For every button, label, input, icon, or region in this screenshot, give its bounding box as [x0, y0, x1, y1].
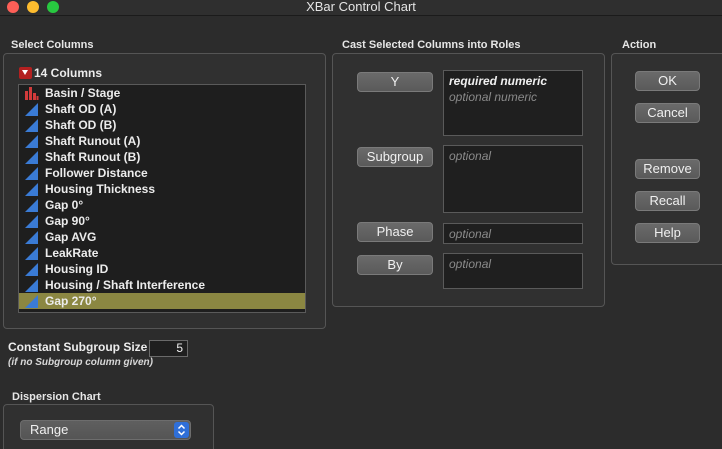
column-name: Shaft OD (B) [45, 118, 117, 132]
continuous-icon [24, 278, 39, 292]
column-list-item[interactable]: Gap 0° [19, 197, 305, 213]
continuous-icon [24, 134, 39, 148]
minimize-window-button[interactable] [27, 1, 39, 13]
column-list-item[interactable]: Follower Distance [19, 165, 305, 181]
column-name: Shaft Runout (A) [45, 134, 141, 148]
column-name: Gap 0° [45, 198, 84, 212]
column-list-item[interactable]: Gap AVG [19, 229, 305, 245]
column-list-item[interactable]: Shaft Runout (B) [19, 149, 305, 165]
window-title: XBar Control Chart [306, 0, 416, 14]
continuous-icon [24, 150, 39, 164]
column-name: Shaft Runout (B) [45, 150, 141, 164]
column-name: Housing / Shaft Interference [45, 278, 206, 292]
continuous-icon [24, 294, 39, 308]
continuous-icon [24, 198, 39, 212]
by-placeholder: optional [449, 257, 492, 271]
subgroup-size-label: Constant Subgroup Size [8, 340, 148, 354]
phase-placeholder: optional [449, 227, 492, 241]
column-list-item[interactable]: Shaft OD (A) [19, 101, 305, 117]
select-columns-label: Select Columns [11, 39, 94, 51]
chevron-updown-icon [174, 422, 189, 438]
column-name: Housing Thickness [45, 182, 156, 196]
column-name: Gap 270° [45, 294, 97, 308]
action-label: Action [622, 39, 657, 51]
ok-button[interactable]: OK [635, 71, 700, 91]
by-role-list[interactable]: optional [443, 253, 583, 289]
subgroup-placeholder: optional [449, 149, 492, 163]
continuous-icon [24, 166, 39, 180]
recall-button[interactable]: Recall [635, 191, 700, 211]
continuous-icon [24, 230, 39, 244]
nominal-bar-icon [24, 86, 39, 100]
close-window-button[interactable] [7, 1, 19, 13]
column-name: Follower Distance [45, 166, 148, 180]
subgroup-size-input[interactable]: 5 [149, 340, 188, 357]
phase-role-button[interactable]: Phase [357, 222, 433, 242]
y-role-list[interactable]: required numeric optional numeric [443, 70, 583, 136]
by-role-button[interactable]: By [357, 255, 433, 275]
column-list-item[interactable]: Housing / Shaft Interference [19, 277, 305, 293]
remove-button[interactable]: Remove [635, 159, 700, 179]
cancel-button[interactable]: Cancel [635, 103, 700, 123]
continuous-icon [24, 118, 39, 132]
column-list-item[interactable]: Gap 90° [19, 213, 305, 229]
column-count-header[interactable]: 14 Columns [19, 66, 102, 80]
column-count-label: 14 Columns [34, 66, 103, 80]
dispersion-selected-value: Range [30, 422, 69, 437]
column-list-item[interactable]: LeakRate [19, 245, 305, 261]
column-list-item[interactable]: Shaft Runout (A) [19, 133, 305, 149]
continuous-icon [24, 246, 39, 260]
column-list-item[interactable]: Housing ID [19, 261, 305, 277]
dispersion-chart-label: Dispersion Chart [12, 391, 101, 403]
column-name: Housing ID [45, 262, 109, 276]
continuous-icon [24, 262, 39, 276]
subgroup-role-button[interactable]: Subgroup [357, 147, 433, 167]
continuous-icon [24, 182, 39, 196]
column-list-item[interactable]: Housing Thickness [19, 181, 305, 197]
continuous-icon [24, 102, 39, 116]
continuous-icon [24, 214, 39, 228]
subgroup-role-list[interactable]: optional [443, 145, 583, 213]
column-list-item[interactable]: Basin / Stage [19, 85, 305, 101]
column-name: Gap 90° [45, 214, 90, 228]
column-name: Basin / Stage [45, 86, 121, 100]
dispersion-select[interactable]: Range [20, 420, 191, 440]
y-optional-hint: optional numeric [449, 90, 538, 104]
column-name: Gap AVG [45, 230, 97, 244]
column-list-item[interactable]: Gap 270° [19, 293, 305, 309]
title-bar: XBar Control Chart [0, 0, 722, 16]
y-role-button[interactable]: Y [357, 72, 433, 92]
column-list[interactable]: Basin / Stage Shaft OD (A) Shaft OD (B) Sha… [18, 84, 306, 313]
help-button[interactable]: Help [635, 223, 700, 243]
red-triangle-menu-icon[interactable] [19, 67, 32, 79]
y-required-hint: required numeric [449, 74, 548, 88]
column-name: Shaft OD (A) [45, 102, 117, 116]
column-list-item[interactable]: Shaft OD (B) [19, 117, 305, 133]
subgroup-size-note: (if no Subgroup column given) [8, 357, 153, 368]
phase-role-list[interactable]: optional [443, 223, 583, 244]
column-name: LeakRate [45, 246, 99, 260]
zoom-window-button[interactable] [47, 1, 59, 13]
roles-label: Cast Selected Columns into Roles [342, 39, 521, 51]
